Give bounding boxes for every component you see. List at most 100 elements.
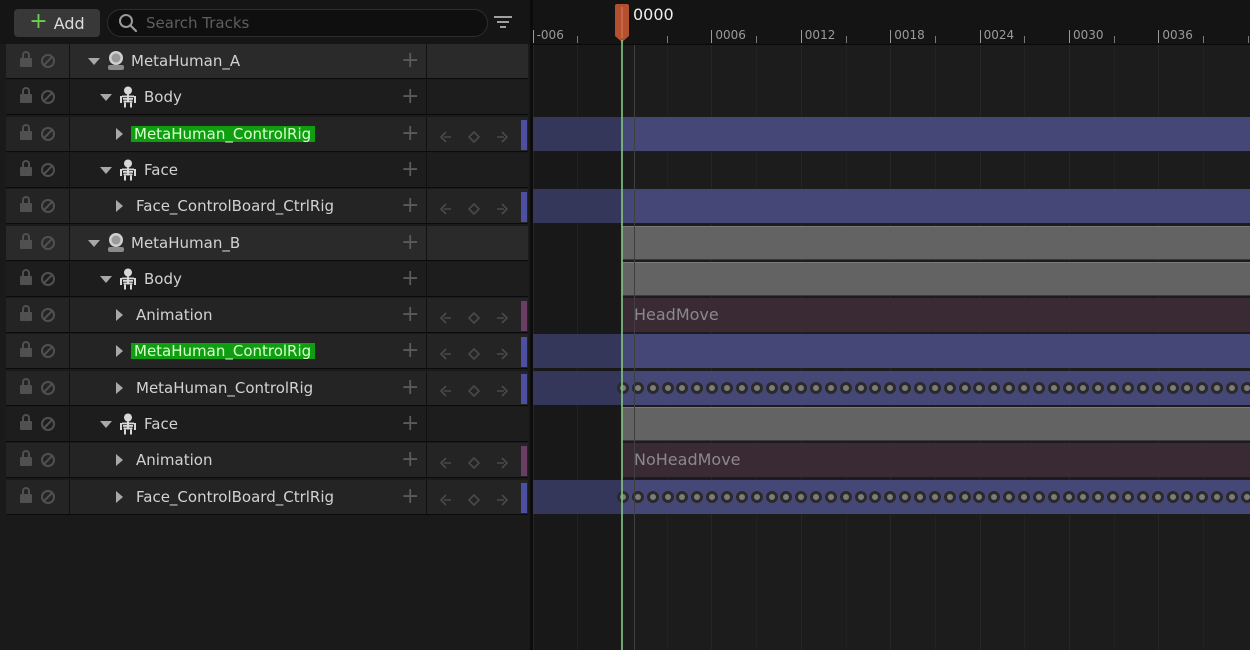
lock-icon[interactable] (20, 377, 32, 394)
keyframe[interactable] (1151, 381, 1164, 394)
track-row[interactable]: Face_ControlBoard_CtrlRig + (6, 189, 528, 225)
add-subtrack-button[interactable]: + (401, 117, 419, 151)
expand-arrow-icon[interactable] (116, 200, 123, 213)
lock-icon[interactable] (20, 51, 32, 67)
add-key-icon[interactable] (467, 200, 481, 216)
expand-arrow-icon[interactable] (116, 490, 123, 503)
lock-icon[interactable] (20, 305, 32, 322)
keyframe[interactable] (988, 381, 1001, 394)
keyframe[interactable] (646, 490, 659, 503)
add-track-button[interactable]: + Add (14, 9, 100, 37)
keyframe[interactable] (1211, 381, 1223, 394)
keyframe[interactable] (1018, 381, 1030, 394)
collapse-arrow-icon[interactable] (100, 94, 112, 102)
mute-icon[interactable] (41, 162, 55, 177)
keyframe[interactable] (1240, 490, 1250, 503)
add-key-icon[interactable] (467, 345, 481, 361)
keyframe[interactable] (943, 490, 956, 503)
keyframe[interactable] (824, 490, 837, 503)
keyframe[interactable] (691, 490, 704, 503)
add-subtrack-button[interactable]: + (401, 262, 419, 296)
next-key-icon[interactable] (496, 128, 509, 143)
animation-section[interactable]: HeadMove (622, 298, 1250, 333)
lock-icon[interactable] (20, 268, 32, 285)
keyframe[interactable] (958, 490, 971, 503)
add-subtrack-button[interactable]: + (401, 298, 419, 332)
next-key-icon[interactable] (496, 200, 509, 215)
add-subtrack-button[interactable]: + (401, 480, 419, 514)
collapse-arrow-icon[interactable] (88, 58, 100, 65)
previous-key-icon[interactable] (439, 454, 452, 469)
previous-key-icon[interactable] (439, 491, 452, 506)
keyframe[interactable] (617, 381, 629, 394)
mute-icon[interactable] (41, 90, 55, 105)
track-row[interactable]: Animation + (6, 298, 528, 334)
keyframe[interactable] (899, 381, 912, 394)
track-row[interactable]: Face + (6, 407, 528, 442)
keyframe[interactable] (1151, 490, 1164, 503)
lock-icon[interactable] (20, 341, 32, 358)
keyframe[interactable] (1047, 381, 1060, 394)
keyframe[interactable] (988, 490, 1001, 503)
actor-section[interactable] (622, 225, 1250, 260)
keyframe[interactable] (1107, 381, 1120, 394)
keyframe[interactable] (1062, 381, 1075, 394)
previous-key-icon[interactable] (439, 382, 452, 397)
keyframe[interactable] (1196, 490, 1209, 503)
expand-arrow-icon[interactable] (116, 381, 123, 394)
keyframe[interactable] (810, 381, 822, 394)
search-box[interactable] (107, 9, 488, 37)
skeletal-mesh-section[interactable] (622, 261, 1250, 296)
keyframe[interactable] (1003, 490, 1016, 503)
keyframe[interactable] (973, 381, 986, 394)
keyframe[interactable] (914, 381, 926, 394)
keyframe[interactable] (1240, 381, 1250, 394)
next-key-icon[interactable] (496, 345, 509, 360)
add-subtrack-button[interactable]: + (401, 153, 419, 187)
track-row[interactable]: Face + (6, 152, 528, 188)
control-rig-section[interactable] (622, 116, 1250, 151)
keyframe[interactable] (780, 381, 793, 394)
lock-icon[interactable] (20, 414, 32, 430)
keyframe[interactable] (1092, 381, 1105, 394)
keyframe[interactable] (795, 490, 808, 503)
lock-icon[interactable] (20, 87, 32, 104)
keyframe[interactable] (914, 490, 926, 503)
next-key-icon[interactable] (496, 382, 509, 397)
keyframe[interactable] (928, 490, 941, 503)
mute-icon[interactable] (41, 417, 55, 431)
keyframe[interactable] (1225, 490, 1238, 503)
expand-arrow-icon[interactable] (116, 309, 123, 322)
keyframe[interactable] (824, 381, 837, 394)
add-subtrack-button[interactable]: + (401, 443, 419, 477)
previous-key-icon[interactable] (439, 128, 452, 143)
keyframe[interactable] (810, 490, 822, 503)
keyframe[interactable] (1136, 381, 1149, 394)
keyframe[interactable] (1032, 381, 1045, 394)
keyframe[interactable] (1092, 490, 1105, 503)
keyframe[interactable] (1062, 490, 1075, 503)
search-input[interactable] (146, 14, 476, 32)
keyframe[interactable] (676, 381, 689, 394)
keyframe[interactable] (1077, 381, 1090, 394)
mute-icon[interactable] (41, 344, 55, 359)
control-rig-section[interactable] (622, 189, 1250, 224)
keyframe[interactable] (1032, 490, 1045, 503)
keyframe[interactable] (706, 490, 719, 503)
add-key-icon[interactable] (467, 309, 481, 325)
keyframe[interactable] (869, 381, 882, 394)
keyframe[interactable] (1196, 381, 1209, 394)
keyframe[interactable] (884, 381, 897, 394)
keyframe[interactable] (1018, 490, 1030, 503)
collapse-arrow-icon[interactable] (100, 275, 112, 283)
track-row[interactable]: MetaHuman_A + (6, 44, 528, 79)
next-key-icon[interactable] (496, 491, 509, 506)
keyframe[interactable] (676, 490, 689, 503)
track-row[interactable]: Body + (6, 80, 528, 116)
keyframe[interactable] (1136, 490, 1149, 503)
mute-icon[interactable] (41, 380, 55, 395)
add-subtrack-button[interactable]: + (401, 80, 419, 114)
keyframe[interactable] (1225, 381, 1238, 394)
keyframe[interactable] (735, 381, 748, 394)
mute-icon[interactable] (41, 199, 55, 214)
